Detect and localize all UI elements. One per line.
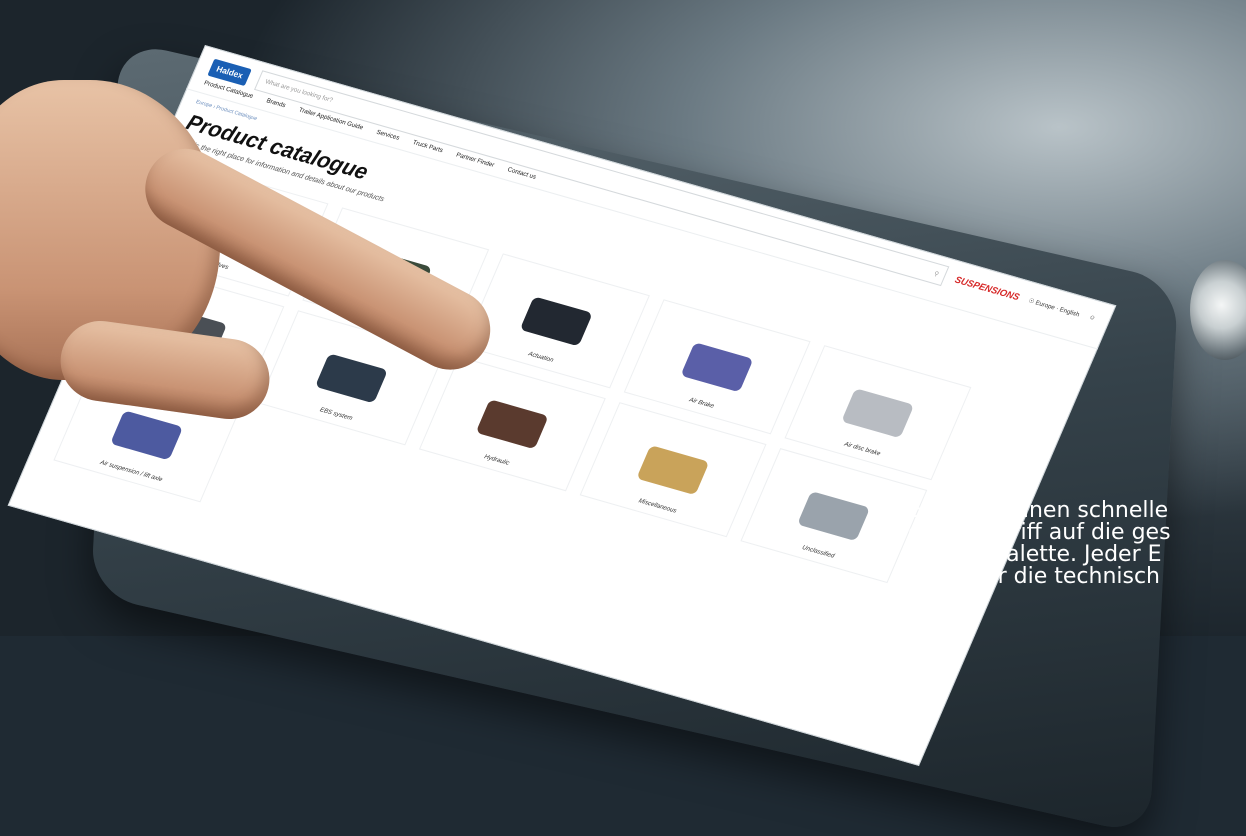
product-image <box>475 398 549 449</box>
product-label: Air Brake <box>688 397 715 410</box>
product-image <box>841 387 915 438</box>
product-label: EBS system <box>318 407 354 423</box>
product-image <box>680 341 754 392</box>
region-selector[interactable]: ☉ Europe · English <box>1027 297 1080 318</box>
caption-line: chen Zugriff auf die ges <box>908 520 1171 545</box>
caption-line: nicht nur die technisch <box>908 564 1161 589</box>
caption-text: Er bietet einen schnelle chen Zugriff au… <box>908 500 1246 588</box>
product-image <box>519 295 594 346</box>
user-icon[interactable]: ☺ <box>1088 314 1097 322</box>
product-label: Unclassified <box>800 544 836 560</box>
product-image <box>636 444 710 495</box>
product-label: Actuation <box>527 351 555 365</box>
product-image <box>110 409 184 460</box>
region-label: Europe · English <box>1034 299 1081 319</box>
search-icon[interactable]: ⚲ <box>933 270 940 278</box>
product-image <box>315 352 389 403</box>
product-label: Hydraulic <box>483 454 511 467</box>
caption-line: Er bietet einen schnelle <box>908 498 1169 523</box>
site-logo[interactable]: Haldex <box>207 58 253 86</box>
product-label: Miscellaneous <box>637 498 678 515</box>
product-label: Air suspension / lift axle <box>98 459 164 484</box>
caption-line: Produktpalette. Jeder E <box>908 542 1162 567</box>
product-image <box>797 490 871 541</box>
product-label: Air disc brake <box>843 441 882 458</box>
